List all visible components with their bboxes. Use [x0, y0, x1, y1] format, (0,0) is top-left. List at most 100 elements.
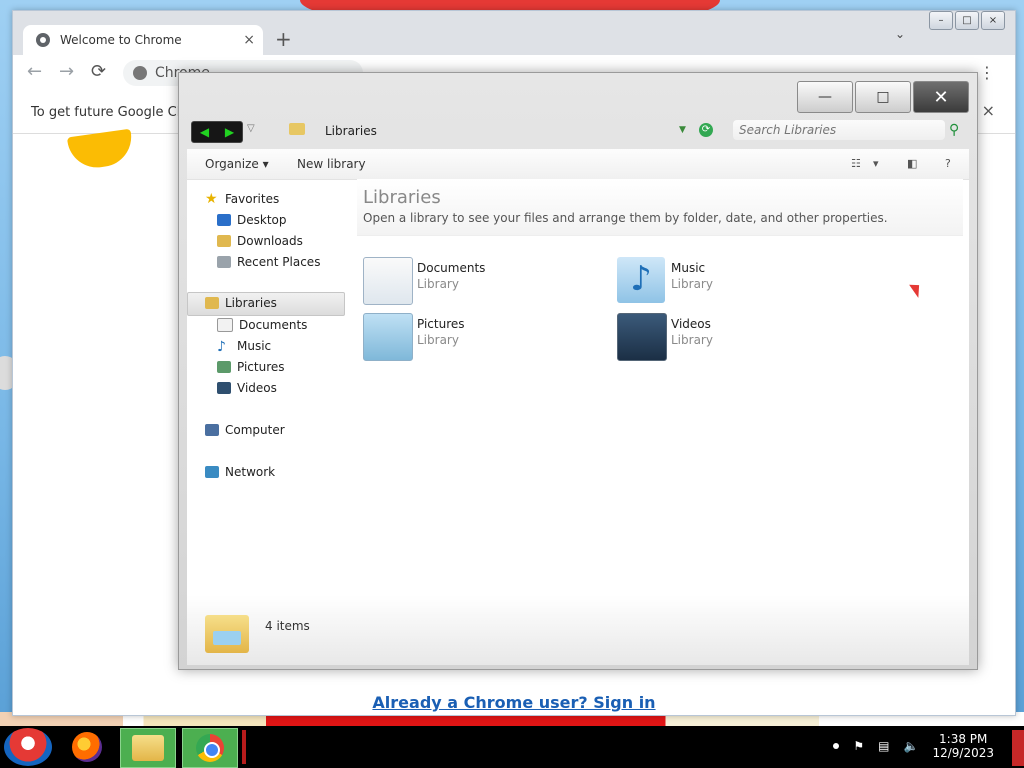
nav-pictures[interactable]: Pictures: [217, 357, 285, 377]
new-library-button[interactable]: New library: [297, 157, 366, 171]
videos-library-icon: [617, 313, 667, 361]
clock[interactable]: 1:38 PM 12/9/2023: [932, 732, 994, 760]
chrome-menu-icon[interactable]: ⋮: [979, 63, 995, 82]
folder-icon: [132, 735, 164, 761]
nav-label: Pictures: [237, 360, 285, 374]
downloads-folder-icon: [217, 235, 231, 247]
chrome-close-button[interactable]: ×: [981, 11, 1005, 30]
nav-documents[interactable]: Documents: [217, 315, 307, 335]
nav-label: Favorites: [225, 192, 280, 206]
chrome-minimize-button[interactable]: –: [929, 11, 953, 30]
chrome-maximize-button[interactable]: □: [955, 11, 979, 30]
star-icon: ★: [205, 191, 218, 207]
maximize-button[interactable]: □: [855, 81, 911, 113]
address-bar: ◀ ▶ ▽ Libraries ▼ ⟳ ⚲: [187, 119, 969, 147]
nav-desktop[interactable]: Desktop: [217, 210, 287, 230]
search-icon[interactable]: ⚲: [949, 122, 959, 138]
view-options-icon[interactable]: ☷: [851, 157, 861, 170]
clock-date: 12/9/2023: [932, 746, 994, 760]
library-type: Library: [417, 333, 459, 347]
chrome-icon: [196, 734, 224, 762]
search-box: [733, 120, 945, 140]
show-desktop-button[interactable]: [1012, 730, 1024, 766]
reload-icon[interactable]: ⟳: [91, 61, 106, 82]
tab-title: Welcome to Chrome: [60, 33, 182, 47]
libraries-folder-icon: [289, 123, 305, 135]
back-arrow-icon[interactable]: ←: [27, 61, 42, 82]
new-tab-button[interactable]: +: [275, 27, 292, 51]
tray-dot-icon[interactable]: [833, 743, 840, 749]
minimize-button[interactable]: —: [797, 81, 853, 113]
mouse-cursor: [909, 280, 925, 298]
view-dropdown-icon[interactable]: ▾: [873, 157, 879, 170]
infobar-text: To get future Google Chro: [31, 105, 198, 120]
search-input[interactable]: [737, 122, 931, 138]
system-tray: ⚑ ▤ 🔈 1:38 PM 12/9/2023: [833, 732, 994, 760]
documents-library-icon: [363, 257, 413, 305]
close-button[interactable]: ✕: [913, 81, 969, 113]
explorer-window: — □ ✕ ◀ ▶ ▽ Libraries ▼ ⟳ ⚲ Organize ▾ N…: [178, 72, 978, 670]
pictures-library-icon: [363, 313, 413, 361]
taskbar-chrome[interactable]: [182, 728, 238, 768]
back-arrow-icon[interactable]: ◀: [200, 125, 209, 139]
network-icon: [205, 466, 219, 478]
organize-button[interactable]: Organize ▾: [205, 157, 269, 171]
recent-pages-chevron-icon[interactable]: ▽: [247, 123, 255, 134]
nav-label: Computer: [225, 423, 285, 437]
nav-computer[interactable]: Computer: [205, 420, 285, 440]
address-dropdown-icon[interactable]: ▼: [679, 125, 686, 135]
sign-in-link[interactable]: Already a Chrome user? Sign in: [13, 693, 1015, 712]
page-title: Libraries: [363, 187, 441, 208]
tab-close-icon[interactable]: ×: [243, 32, 255, 48]
library-videos[interactable]: Videos Library: [617, 311, 847, 361]
forward-arrow-icon[interactable]: ▶: [225, 125, 234, 139]
clock-time: 1:38 PM: [939, 732, 988, 746]
refresh-icon[interactable]: ⟳: [699, 123, 713, 137]
nav-downloads[interactable]: Downloads: [217, 231, 303, 251]
flag-icon[interactable]: ⚑: [853, 739, 864, 753]
pictures-icon: [217, 361, 231, 373]
chrome-window-controls: – □ ×: [929, 11, 1005, 30]
library-header: [357, 179, 963, 236]
nav-videos[interactable]: Videos: [217, 378, 277, 398]
recent-places-icon: [217, 256, 231, 268]
item-count: 4 items: [265, 619, 310, 633]
taskbar-explorer[interactable]: [120, 728, 176, 768]
nav-network[interactable]: Network: [205, 462, 275, 482]
details-pane: 4 items: [187, 595, 969, 665]
firefox-icon: [72, 732, 102, 762]
taskbar-firefox[interactable]: [60, 728, 114, 766]
network-icon[interactable]: ▤: [878, 739, 889, 753]
nav-label: Music: [237, 339, 272, 353]
nav-label: Desktop: [237, 213, 287, 227]
nav-favorites[interactable]: ★ Favorites: [205, 189, 279, 209]
nav-recent-places[interactable]: Recent Places: [217, 252, 320, 272]
preview-pane-icon[interactable]: ◧: [907, 157, 917, 170]
tab-search-chevron-icon[interactable]: ⌄: [895, 27, 905, 41]
library-documents[interactable]: Documents Library: [363, 255, 593, 305]
library-name: Pictures: [417, 317, 465, 331]
library-type: Library: [671, 277, 713, 291]
explorer-body: Organize ▾ New library ☷ ▾ ◧ ? ★ Favorit…: [187, 149, 969, 665]
nav-music[interactable]: ♪ Music: [217, 336, 271, 356]
globe-icon: [36, 33, 50, 47]
library-pictures[interactable]: Pictures Library: [363, 311, 593, 361]
chrome-page-icon: [133, 66, 147, 80]
address-path[interactable]: Libraries: [325, 124, 377, 138]
library-music[interactable]: ♪ Music Library: [617, 255, 847, 305]
tab-welcome[interactable]: Welcome to Chrome ×: [23, 25, 263, 55]
navigation-pane: ★ Favorites Desktop Downloads Recent Pla…: [187, 179, 345, 595]
documents-icon: [217, 318, 233, 332]
command-bar: Organize ▾ New library ☷ ▾ ◧ ?: [187, 149, 969, 180]
infobar-close-icon[interactable]: ×: [982, 101, 995, 120]
computer-icon: [205, 424, 219, 436]
start-button[interactable]: [4, 728, 52, 766]
forward-arrow-icon[interactable]: →: [59, 61, 74, 82]
taskbar-separator: [242, 730, 246, 764]
library-name: Documents: [417, 261, 486, 275]
nav-libraries[interactable]: Libraries: [205, 293, 277, 313]
explorer-window-controls: — □ ✕: [797, 81, 969, 113]
volume-icon[interactable]: 🔈: [904, 739, 919, 753]
help-icon[interactable]: ?: [945, 157, 951, 170]
nav-label: Network: [225, 465, 276, 479]
